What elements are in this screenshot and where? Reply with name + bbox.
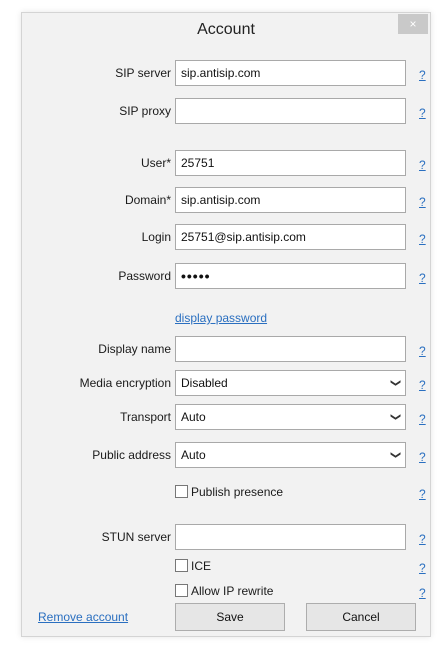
transport-select[interactable]: Auto ❯ <box>175 404 406 430</box>
allow-ip-rewrite-help-link[interactable]: ? <box>419 578 426 604</box>
media-encryption-label: Media encryption <box>79 376 171 390</box>
password-help-link[interactable]: ? <box>419 263 426 289</box>
ice-row: ICE ? <box>22 553 430 579</box>
domain-row: Domain* sip.antisip.com ? <box>22 187 430 213</box>
public-address-label: Public address <box>92 448 171 462</box>
sip-server-row: SIP server sip.antisip.com ? <box>22 60 430 86</box>
dialog-title: Account <box>197 21 255 38</box>
sip-server-help-link[interactable]: ? <box>419 60 426 86</box>
login-input[interactable]: 25751@sip.antisip.com <box>175 224 406 250</box>
allow-ip-rewrite-row: Allow IP rewrite ? <box>22 578 430 604</box>
publish-presence-help-link[interactable]: ? <box>419 479 426 505</box>
ice-help-link[interactable]: ? <box>419 553 426 579</box>
media-encryption-value: Disabled <box>181 376 228 390</box>
user-row: User* 25751 ? <box>22 150 430 176</box>
stun-server-input[interactable] <box>175 524 406 550</box>
publish-presence-label: Publish presence <box>191 485 284 499</box>
save-button[interactable]: Save <box>175 603 285 631</box>
cancel-button[interactable]: Cancel <box>306 603 416 631</box>
display-name-input[interactable] <box>175 336 406 362</box>
display-name-label: Display name <box>98 342 171 356</box>
sip-server-input[interactable]: sip.antisip.com <box>175 60 406 86</box>
allow-ip-rewrite-label: Allow IP rewrite <box>191 584 274 598</box>
chevron-down-icon: ❯ <box>389 378 401 388</box>
display-name-help-link[interactable]: ? <box>419 336 426 362</box>
password-row: Password ••••• ? <box>22 263 430 289</box>
sip-server-label: SIP server <box>115 66 171 80</box>
user-help-link[interactable]: ? <box>419 150 426 176</box>
checkbox-box <box>175 485 188 499</box>
transport-value: Auto <box>181 410 206 424</box>
login-label: Login <box>141 230 171 244</box>
transport-label: Transport <box>120 410 171 424</box>
stun-server-help-link[interactable]: ? <box>419 524 426 550</box>
ice-label: ICE <box>191 559 212 573</box>
sip-proxy-label: SIP proxy <box>119 104 171 118</box>
sip-proxy-input[interactable] <box>175 98 406 124</box>
public-address-row: Public address Auto ❯ ? <box>22 442 430 468</box>
domain-input[interactable]: sip.antisip.com <box>175 187 406 213</box>
checkbox-box <box>175 559 188 573</box>
public-address-help-link[interactable]: ? <box>419 442 426 468</box>
checkbox-box <box>175 584 188 598</box>
user-input[interactable]: 25751 <box>175 150 406 176</box>
publish-presence-row: Publish presence ? <box>22 479 430 505</box>
chevron-down-icon: ❯ <box>389 450 401 460</box>
remove-account-link[interactable]: Remove account <box>38 610 128 624</box>
transport-help-link[interactable]: ? <box>419 404 426 430</box>
publish-presence-checkbox[interactable]: Publish presence <box>175 479 283 505</box>
ice-checkbox[interactable]: ICE <box>175 553 211 579</box>
user-label: User* <box>140 156 171 170</box>
public-address-value: Auto <box>181 448 206 462</box>
password-input[interactable]: ••••• <box>175 263 406 289</box>
media-encryption-help-link[interactable]: ? <box>419 370 426 396</box>
media-encryption-select[interactable]: Disabled ❯ <box>175 370 406 396</box>
public-address-select[interactable]: Auto ❯ <box>175 442 406 468</box>
display-name-row: Display name ? <box>22 336 430 362</box>
allow-ip-rewrite-checkbox[interactable]: Allow IP rewrite <box>175 578 273 604</box>
chevron-down-icon: ❯ <box>389 412 401 422</box>
display-password-link[interactable]: display password <box>175 311 267 325</box>
close-button[interactable]: × <box>398 14 428 34</box>
domain-help-link[interactable]: ? <box>419 187 426 213</box>
close-icon: × <box>409 17 417 31</box>
stun-server-label: STUN server <box>101 530 171 544</box>
account-dialog: Account × SIP server sip.antisip.com ? S… <box>21 12 431 637</box>
login-row: Login 25751@sip.antisip.com ? <box>22 224 430 250</box>
media-encryption-row: Media encryption Disabled ❯ ? <box>22 370 430 396</box>
transport-row: Transport Auto ❯ ? <box>22 404 430 430</box>
login-help-link[interactable]: ? <box>419 224 426 250</box>
sip-proxy-help-link[interactable]: ? <box>419 98 426 124</box>
stun-server-row: STUN server ? <box>22 524 430 550</box>
sip-proxy-row: SIP proxy ? <box>22 98 430 124</box>
password-label: Password <box>118 269 171 283</box>
domain-label: Domain* <box>124 193 171 207</box>
